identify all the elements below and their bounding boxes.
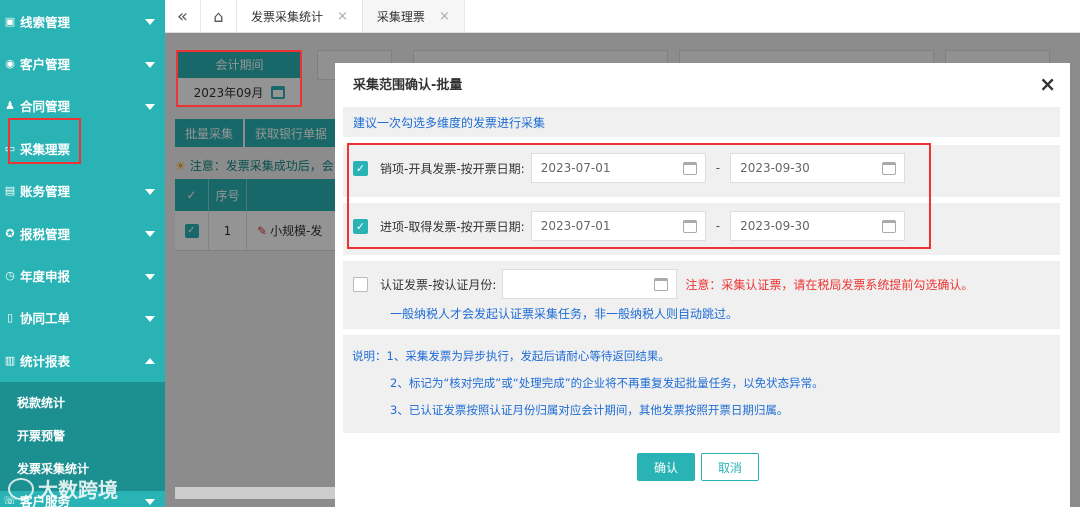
close-icon[interactable]: × [439, 9, 450, 24]
chevron-down-icon [145, 273, 155, 280]
horizontal-scrollbar[interactable] [175, 487, 335, 499]
period-highlight-frame [176, 50, 302, 107]
certified-invoice-row: 认证发票-按认证月份: 注意：采集认证票，请在税局发票系统提前勾选确认。 一般纳… [343, 261, 1060, 329]
tab-invoice-collect[interactable]: 采集理票 × [362, 0, 465, 32]
dialog-header: 采集范围确认-批量 × [335, 63, 1070, 103]
cancel-button[interactable]: 取消 [701, 453, 759, 481]
sidebar-item-label: 合同管理 [20, 99, 71, 115]
sidebar-item-tax[interactable]: ✪ 报税管理 [0, 212, 165, 254]
chevron-down-icon [145, 188, 155, 195]
sidebar: ▣ 线索管理 ◉ 客户管理 ♟ 合同管理 ▭ 采集理票 ▤ 账务管理 ✪ 报税管理 ◷ 年度申… [0, 0, 165, 507]
user-icon: ◉ [5, 57, 15, 71]
chevron-down-icon [145, 231, 155, 238]
briefcase-icon: ▣ [4, 14, 16, 28]
sidebar-item-label: 报税管理 [20, 226, 71, 242]
calendar-icon [654, 278, 669, 291]
selection-highlight-frame [347, 143, 931, 249]
person-icon: ♟ [5, 99, 15, 113]
sidebar-item-label: 客户管理 [20, 57, 71, 73]
gear-icon: ✪ [5, 226, 15, 240]
chart-icon: ▥ [4, 353, 16, 367]
tab-bar: « ⌂ 发票采集统计 × 采集理票 × [165, 0, 1080, 33]
chevron-down-icon [145, 315, 155, 322]
ledger-icon: ▤ [4, 184, 16, 198]
sidebar-item-label: 协同工单 [20, 311, 71, 327]
sidebar-subitem-tax-stats[interactable]: 税款统计 [0, 386, 165, 419]
watermark: 大数跨境 [8, 474, 118, 503]
collect-range-dialog: 采集范围确认-批量 × 建议一次勾选多维度的发票进行采集 ✓ 销项-开具发票-按… [335, 63, 1070, 507]
sidebar-item-annual[interactable]: ◷ 年度申报 [0, 254, 165, 296]
watermark-logo-icon [8, 477, 34, 500]
confirm-button[interactable]: 确认 [637, 453, 695, 481]
document-icon: ▯ [6, 311, 14, 325]
sidebar-subitem-invoice-warning[interactable]: 开票预警 [0, 419, 165, 452]
home-icon[interactable]: ⌂ [201, 0, 237, 32]
dialog-title: 采集范围确认-批量 [353, 77, 463, 93]
chevron-down-icon [145, 19, 155, 26]
certified-subnote: 一般纳税人才会发起认证票采集任务，非一般纳税人则自动跳过。 [390, 307, 739, 321]
tab-invoice-stats[interactable]: 发票采集统计 × [237, 0, 363, 32]
sidebar-item-label: 年度申报 [20, 269, 71, 285]
sidebar-item-label: 线索管理 [20, 14, 71, 30]
collapse-sidebar-button[interactable]: « [165, 0, 201, 32]
sidebar-item-leads[interactable]: ▣ 线索管理 [0, 0, 165, 42]
sidebar-item-label: 账务管理 [20, 184, 71, 200]
close-icon[interactable]: × [1039, 72, 1056, 96]
dialog-notes: 说明：1、采集发票为异步执行，发起后请耐心等待返回结果。 2、标记为“核对完成”… [343, 335, 1060, 433]
dialog-hint: 建议一次勾选多维度的发票进行采集 [343, 107, 1060, 137]
chevron-down-icon [145, 61, 155, 68]
note-line-2: 2、标记为“核对完成”或“处理完成”的企业将不再重复发起批量任务，以免状态异常。 [390, 376, 824, 390]
sidebar-highlight-frame [8, 118, 81, 164]
certified-warning: 注意：采集认证票，请在税局发票系统提前勾选确认。 [685, 277, 974, 292]
sidebar-item-customers[interactable]: ◉ 客户管理 [0, 42, 165, 84]
certified-month-input[interactable] [502, 269, 678, 299]
chevron-down-icon [145, 103, 155, 110]
chevron-down-icon [145, 498, 155, 505]
note-line-3: 3、已认证发票按照认证月份归属对应会计期间，其他发票按照开票日期归属。 [390, 403, 789, 417]
certified-invoice-checkbox[interactable] [353, 276, 368, 292]
chevron-up-icon [145, 358, 155, 365]
sidebar-item-accounts[interactable]: ▤ 账务管理 [0, 170, 165, 212]
sidebar-item-workorders[interactable]: ▯ 协同工单 [0, 297, 165, 339]
note-line-1: 说明：1、采集发票为异步执行，发起后请耐心等待返回结果。 [352, 349, 670, 363]
certified-invoice-label: 认证发票-按认证月份: [380, 277, 497, 292]
sidebar-item-label: 统计报表 [20, 353, 71, 369]
sidebar-item-reports[interactable]: ▥ 统计报表 [0, 339, 165, 381]
calendar-icon: ◷ [5, 269, 15, 283]
close-icon[interactable]: × [337, 9, 348, 24]
